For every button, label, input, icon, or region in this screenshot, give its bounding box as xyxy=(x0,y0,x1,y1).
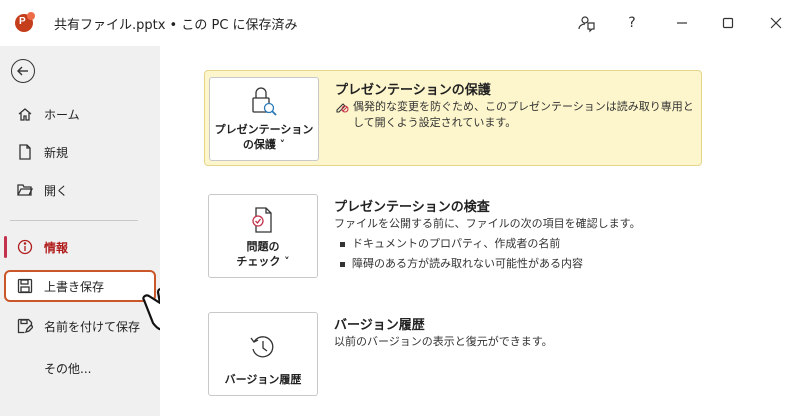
check-for-issues-button[interactable]: 問題の チェック ˅ xyxy=(208,194,318,278)
inspect-bullet-list: ドキュメントのプロパティ、作成者の名前 障碍のある方が読み取れない可能性がある内… xyxy=(334,234,700,274)
inspect-bullet: ドキュメントのプロパティ、作成者の名前 xyxy=(334,234,700,254)
nav-save-as[interactable]: 名前を付けて保存 xyxy=(0,310,160,342)
feedback-icon xyxy=(578,16,595,33)
protect-presentation-description: 偶発的な変更を防ぐため、このプレゼンテーションは読み取り専用として開くよう設定さ… xyxy=(353,100,694,129)
inspect-presentation-title: プレゼンテーションの検査 xyxy=(334,200,490,215)
nav-more-label: その他... xyxy=(44,361,92,376)
nav-open-label: 開く xyxy=(44,183,69,198)
protect-presentation-desc-wrap: 偶発的な変更を防ぐため、このプレゼンテーションは読み取り専用として開くよう設定さ… xyxy=(335,99,701,131)
version-history-button[interactable]: バージョン履歴 xyxy=(208,312,318,396)
inspect-presentation-description: ファイルを公開する前に、ファイルの次の項目を確認します。 xyxy=(334,217,641,230)
close-icon xyxy=(770,17,782,29)
nav-more[interactable]: その他... xyxy=(0,352,160,384)
version-history-button-label: バージョン履歴 xyxy=(224,373,302,386)
close-button[interactable] xyxy=(760,8,792,38)
nav-home-label: ホーム xyxy=(44,107,80,122)
version-history-section: バージョン履歴 バージョン履歴 以前のバージョンの表示と復元ができます。 xyxy=(204,312,702,398)
feedback-button[interactable] xyxy=(570,8,602,38)
inspect-presentation-desc-wrap: ファイルを公開する前に、ファイルの次の項目を確認します。 ドキュメントのプロパテ… xyxy=(334,216,700,274)
title-bar: 共有ファイル.pptx • この PC に保存済み ? xyxy=(0,0,800,46)
info-icon xyxy=(16,238,34,256)
lock-search-icon xyxy=(252,87,277,116)
protect-presentation-button[interactable]: プレゼンテーション の保護 ˅ xyxy=(209,77,319,161)
document-check-icon xyxy=(252,207,272,233)
minimize-icon xyxy=(677,22,687,24)
inspect-bullet: 障碍のある方が読み取れない可能性がある内容 xyxy=(334,254,700,274)
nav-info-label: 情報 xyxy=(44,240,69,255)
minimize-button[interactable] xyxy=(666,8,698,38)
check-for-issues-button-label: 問題の チェック ˅ xyxy=(236,240,290,268)
inspect-presentation-section: 問題の チェック ˅ プレゼンテーションの検査 ファイルを公開する前に、ファイル… xyxy=(204,194,702,280)
back-arrow-icon xyxy=(17,66,28,76)
active-indicator xyxy=(4,236,7,258)
document-title: 共有ファイル.pptx • この PC に保存済み xyxy=(54,18,298,33)
nav-home[interactable]: ホーム xyxy=(0,98,160,130)
save-as-icon xyxy=(16,317,34,335)
open-folder-icon xyxy=(16,181,34,199)
warning-edit-icon xyxy=(335,99,349,131)
protect-presentation-button-label: プレゼンテーション の保護 ˅ xyxy=(214,123,314,151)
nav-save[interactable]: 上書き保存 xyxy=(4,270,156,302)
back-button[interactable] xyxy=(11,59,35,83)
backstage-nav: ホーム 新規 開く 情報 上書き保存 名前を付けて保存 その他... xyxy=(0,46,160,416)
version-history-title: バージョン履歴 xyxy=(334,318,425,333)
nav-info[interactable]: 情報 xyxy=(0,231,160,263)
nav-open[interactable]: 開く xyxy=(0,174,160,206)
maximize-icon xyxy=(722,17,734,29)
nav-divider xyxy=(10,220,138,221)
help-button[interactable]: ? xyxy=(616,8,648,38)
nav-new[interactable]: 新規 xyxy=(0,136,160,168)
protect-presentation-title: プレゼンテーションの保護 xyxy=(335,83,491,98)
history-icon xyxy=(250,336,274,358)
protect-presentation-card: プレゼンテーション の保護 ˅ プレゼンテーションの保護 偶発的な変更を防ぐため… xyxy=(204,70,702,166)
info-main-panel: プレゼンテーション の保護 ˅ プレゼンテーションの保護 偶発的な変更を防ぐため… xyxy=(160,46,800,416)
help-icon: ? xyxy=(628,15,636,31)
nav-save-as-label: 名前を付けて保存 xyxy=(44,319,141,334)
new-document-icon xyxy=(16,143,34,161)
nav-save-label: 上書き保存 xyxy=(44,279,105,294)
powerpoint-app-icon xyxy=(15,12,35,32)
version-history-description: 以前のバージョンの表示と復元ができます。 xyxy=(334,335,553,348)
home-icon xyxy=(16,105,34,123)
save-icon xyxy=(16,277,34,295)
maximize-button[interactable] xyxy=(712,8,744,38)
nav-new-label: 新規 xyxy=(44,145,69,160)
